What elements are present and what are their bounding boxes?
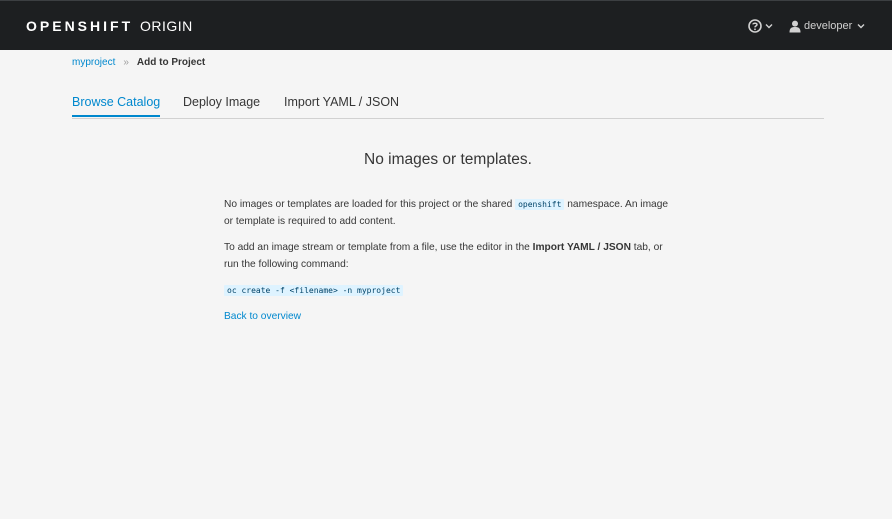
brand-name-bold: OPENSHIFT: [26, 18, 134, 34]
empty-state-instructions: To add an image stream or template from …: [224, 239, 674, 273]
top-navbar: OPENSHIFT ORIGIN developer: [0, 0, 892, 50]
empty-state-message: No images or templates are loaded for th…: [224, 196, 674, 230]
breadcrumb-current: Add to Project: [136, 57, 206, 68]
user-icon: [789, 20, 801, 32]
breadcrumb: myproject » Add to Project: [72, 57, 205, 68]
tab-import-yaml-json[interactable]: Import YAML / JSON: [284, 95, 399, 115]
breadcrumb-separator-icon: »: [123, 57, 129, 68]
tab-browse-catalog[interactable]: Browse Catalog: [72, 95, 161, 117]
question-circle-icon: [748, 19, 762, 33]
import-tab-reference: Import YAML / JSON: [532, 242, 631, 253]
help-menu-toggle[interactable]: [748, 17, 773, 35]
command-block: oc create -f <filename> -n myproject: [224, 282, 674, 299]
instructions-text: To add an image stream or template from …: [224, 242, 533, 253]
tab-deploy-image[interactable]: Deploy Image: [183, 95, 260, 115]
namespace-code: openshift: [515, 199, 565, 210]
empty-state-body: No images or templates are loaded for th…: [224, 196, 674, 325]
brand-logo[interactable]: OPENSHIFT ORIGIN: [26, 18, 193, 34]
chevron-down-icon: [765, 24, 773, 29]
empty-state-title: No images or templates.: [364, 151, 532, 168]
back-to-overview-link[interactable]: Back to overview: [224, 311, 301, 322]
breadcrumb-project-link[interactable]: myproject: [72, 57, 115, 68]
oc-create-command[interactable]: oc create -f <filename> -n myproject: [224, 285, 404, 296]
message-text: No images or templates are loaded for th…: [224, 199, 516, 210]
brand-name-light: ORIGIN: [140, 18, 193, 34]
add-to-project-tabs: Browse Catalog Deploy Image Import YAML …: [72, 88, 824, 119]
chevron-down-icon: [857, 24, 865, 29]
username: developer: [804, 20, 853, 32]
user-menu-toggle[interactable]: developer: [789, 17, 865, 35]
